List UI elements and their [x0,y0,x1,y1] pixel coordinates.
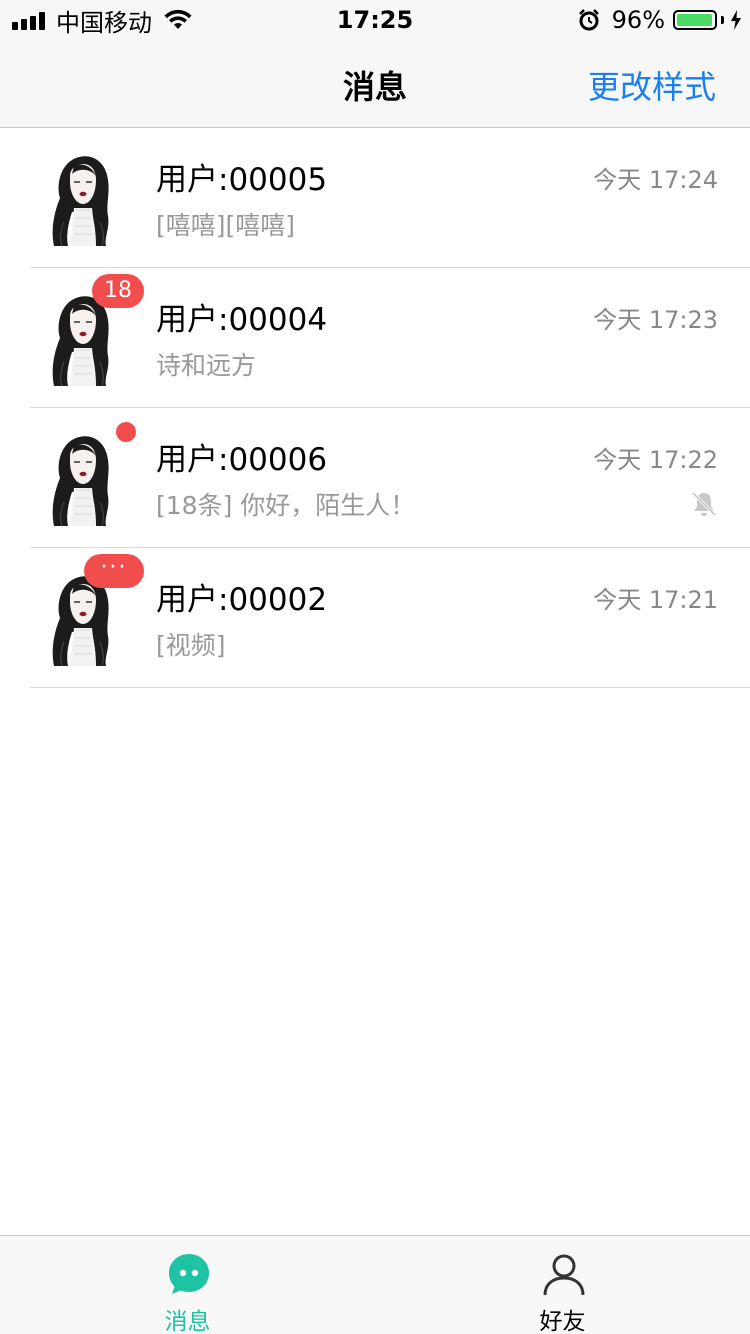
mute-bell-icon [691,491,717,517]
chat-preview: 诗和远方 [156,351,257,380]
chat-preview: [视频] [156,631,226,660]
chat-preview: [嘻嘻][嘻嘻] [156,211,296,240]
avatar-illustration [30,426,130,527]
charging-bolt-icon [731,10,741,30]
chat-row[interactable]: 用户:00006 今天 17:22 [18条] 你好，陌生人！ [0,408,750,548]
divider [30,687,750,688]
chat-time: 今天 17:21 [593,586,718,614]
avatar[interactable] [30,426,130,527]
battery-fill [677,14,712,26]
chat-preview: [18条] 你好，陌生人！ [156,491,416,520]
alarm-icon [578,9,599,31]
status-bar: 中国移动 17:25 96% [0,0,750,40]
status-right: 96% [578,6,742,34]
chat-time: 今天 17:23 [593,306,718,334]
avatar[interactable] [30,146,130,247]
tab-label: 消息 [164,1309,211,1334]
tab-bar: 消息 好友 [0,1235,750,1334]
tab-friends[interactable]: 好友 [375,1236,750,1334]
chat-name: 用户:00005 [156,162,328,198]
screen: 中国移动 17:25 96% 消息 更改样式 用户:00005 今天 17:24… [0,0,750,1334]
chat-row[interactable]: 用户:00005 今天 17:24 [嘻嘻][嘻嘻] [0,128,750,268]
battery-cap [721,16,724,24]
tab-messages[interactable]: 消息 [0,1236,375,1334]
tab-label: 好友 [539,1309,586,1334]
chat-name: 用户:00002 [156,582,328,618]
unread-dot-badge [116,422,136,442]
chat-name: 用户:00004 [156,302,328,338]
change-style-button[interactable]: 更改样式 [588,62,716,108]
avatar-illustration [30,146,130,247]
navigation-bar: 消息 更改样式 [0,40,750,128]
chat-bubble-icon [169,1254,209,1294]
chat-time: 今天 17:24 [593,166,718,194]
chat-list: 用户:00005 今天 17:24 [嘻嘻][嘻嘻] 18 用户:00004 今… [0,128,750,688]
battery-icon [673,10,717,30]
chat-time: 今天 17:22 [593,446,718,474]
unread-more-badge: ··· [84,554,144,588]
chat-name: 用户:00006 [156,442,328,478]
chat-row[interactable]: 18 用户:00004 今天 17:23 诗和远方 [0,268,750,408]
battery-percent: 96% [611,6,665,34]
person-icon [543,1254,585,1296]
chat-row[interactable]: ··· 用户:00002 今天 17:21 [视频] [0,548,750,688]
unread-count-badge: 18 [92,274,144,308]
